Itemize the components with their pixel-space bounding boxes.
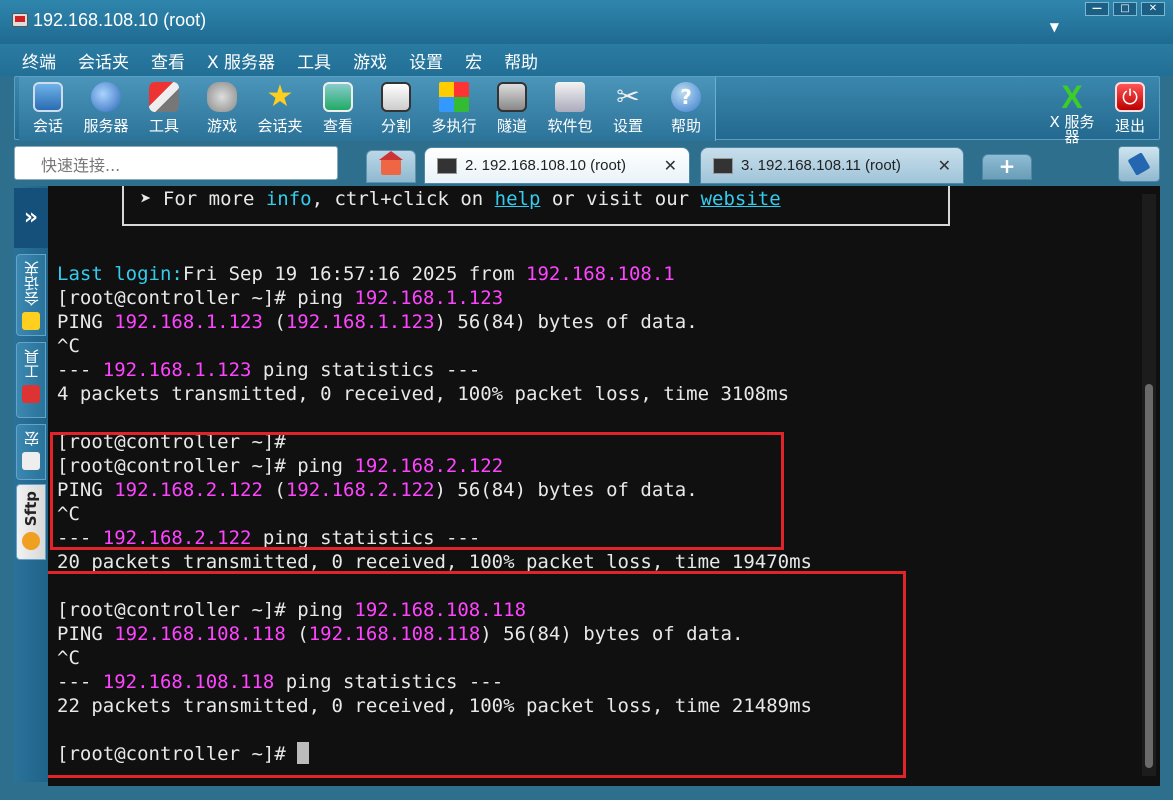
tab-session-2[interactable]: 2. 192.168.108.10 (root) ✕ [424,147,690,184]
scrollbar-thumb[interactable] [1145,384,1153,768]
terminal-line: Last login:Fri Sep 19 16:57:16 2025 from… [57,263,675,285]
terminal-line: ^C [57,335,80,357]
help-link[interactable]: help [495,188,541,210]
side-tab-sftp[interactable]: Sftp [16,484,46,560]
terminal-line: 4 packets transmitted, 0 received, 100% … [57,383,790,405]
website-link[interactable]: website [701,188,781,210]
menu-bar: 终端 会话夹 查看 X 服务器 工具 游戏 设置 宏 帮助 [0,44,1173,76]
split-icon [381,82,411,112]
home-icon [379,151,403,175]
view-icon [323,82,353,112]
menu-terminal[interactable]: 终端 [22,48,56,73]
tools-icon [22,385,40,403]
terminal-line: [root@controller ~]# ping 192.168.1.123 [57,287,504,309]
servers-button[interactable]: 服务器 [77,77,135,141]
toolbar-main-group: 会话 服务器 工具 游戏 ★ 会话夹 查看 分割 多执行 隧道 软件包 ✂ 设置 ?… [19,77,716,141]
side-panel: » 会话夹 工具 宏 Sftp [14,186,48,782]
split-button[interactable]: 分割 [367,77,425,141]
sessions-folder-button[interactable]: ★ 会话夹 [251,77,309,141]
menu-xserver[interactable]: X 服务器 [207,48,275,73]
menu-games[interactable]: 游戏 [353,48,387,73]
settings-button[interactable]: ✂ 设置 [599,77,657,141]
packages-icon [555,82,585,112]
new-tab-button[interactable]: + [982,154,1032,180]
games-button[interactable]: 游戏 [193,77,251,141]
sftp-icon [22,532,40,551]
side-tab-tools[interactable]: 工具 [16,342,46,418]
highlight-box [50,432,784,550]
terminal-scrollbar[interactable] [1142,194,1156,776]
side-tab-sessions[interactable]: 会话夹 [16,254,46,336]
view-button[interactable]: 查看 [309,77,367,141]
close-button[interactable]: ✕ [1141,2,1165,16]
tools-button[interactable]: 工具 [135,77,193,141]
attach-icon[interactable] [1118,146,1160,182]
toolbar-right-group: X X 服务器 ⏻ 退出 [1043,77,1159,145]
server-icon [91,82,121,112]
help-icon: ? [671,82,701,112]
star-icon [22,312,40,330]
tab-home[interactable] [366,150,416,183]
info-banner: ➤ For more info, ctrl+click on help or v… [122,186,950,226]
power-icon: ⏻ [1115,82,1145,112]
terminal-icon [437,158,457,174]
menu-tools[interactable]: 工具 [297,48,331,73]
dropdown-icon[interactable]: ▼ [1050,20,1059,34]
settings-icon: ✂ [616,80,640,113]
exit-button[interactable]: ⏻ 退出 [1101,77,1159,141]
side-tab-macros[interactable]: 宏 [16,424,46,480]
tab-label: 2. 192.168.108.10 (root) [465,157,626,174]
menu-help[interactable]: 帮助 [504,48,538,73]
session-icon [33,82,63,112]
window-title: 192.168.108.10 (root) [33,10,207,30]
session-button[interactable]: 会话 [19,77,77,141]
multiexec-button[interactable]: 多执行 [425,77,483,141]
expand-sidebar-icon[interactable]: » [14,188,48,248]
maximize-button[interactable]: □ [1113,2,1137,16]
multiexec-icon [439,82,469,112]
tab-close-icon[interactable]: ✕ [938,156,951,176]
xserver-icon: X [1061,79,1083,115]
tunnel-button[interactable]: 隧道 [483,77,541,141]
terminal-line: --- 192.168.1.123 ping statistics --- [57,359,481,381]
packages-button[interactable]: 软件包 [541,77,599,141]
star-icon: ★ [266,79,294,114]
terminal-area[interactable]: ➤ For more info, ctrl+click on help or v… [48,186,1160,786]
tab-session-3[interactable]: 3. 192.168.108.11 (root) ✕ [700,147,964,184]
title-bar: 192.168.108.10 (root) ▼ — □ ✕ [0,0,1173,44]
tab-close-icon[interactable]: ✕ [664,156,677,176]
xserver-button[interactable]: X X 服务器 [1043,77,1101,145]
quick-connect-input[interactable]: 快速连接... [14,146,338,180]
tunnel-icon [497,82,527,112]
menu-settings[interactable]: 设置 [409,48,443,73]
menu-sessions[interactable]: 会话夹 [78,48,129,73]
help-button[interactable]: ? 帮助 [657,77,715,141]
games-icon [207,82,237,112]
tools-icon [149,82,179,112]
terminal-line: PING 192.168.1.123 (192.168.1.123) 56(84… [57,311,698,333]
window-controls: — □ ✕ [1085,2,1165,16]
app-icon [12,13,28,27]
highlight-box [48,571,906,778]
macro-icon [22,452,40,470]
terminal-icon [713,158,733,174]
menu-view[interactable]: 查看 [151,48,185,73]
toolbar: 会话 服务器 工具 游戏 ★ 会话夹 查看 分割 多执行 隧道 软件包 ✂ 设置 ?… [14,76,1160,145]
tab-label: 3. 192.168.108.11 (root) [741,157,901,174]
menu-macros[interactable]: 宏 [465,48,482,73]
minimize-button[interactable]: — [1085,2,1109,16]
